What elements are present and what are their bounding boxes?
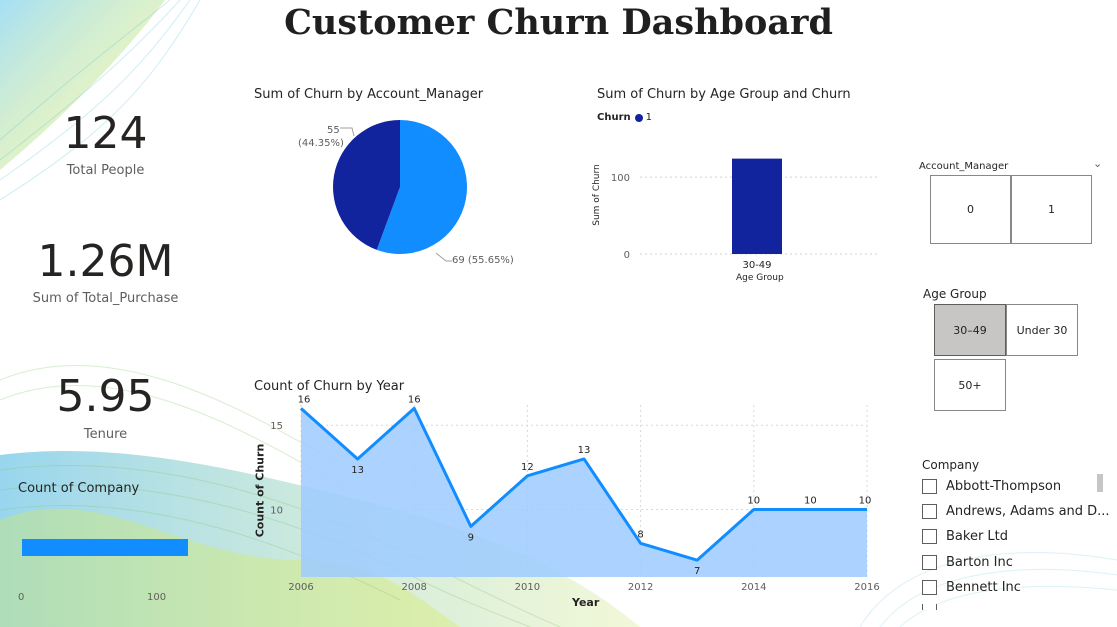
- age-bar-legend: Churn 1: [597, 112, 652, 123]
- company-item-label: Baker Ltd: [946, 529, 1009, 544]
- data-label: 7: [694, 566, 700, 577]
- account-manager-slicer-title: Account_Manager: [919, 161, 1009, 172]
- legend-item: 1: [645, 112, 653, 123]
- company-item[interactable]: Andrews, Adams and D...: [922, 504, 1110, 519]
- company-item-label: Andrews, Adams and D...: [946, 504, 1110, 519]
- x-tick-label: 2010: [515, 582, 540, 593]
- y-tick-label: 0: [624, 250, 630, 261]
- age-group-slicer-title: Age Group: [923, 287, 987, 301]
- count-company-bar[interactable]: [22, 539, 188, 556]
- age-bar-chart: 100 0 30-49: [611, 158, 880, 271]
- pie-label-a-percent: (44.35%): [298, 138, 344, 149]
- x-tick-label: 2008: [401, 582, 426, 593]
- x-tick-label: 30-49: [742, 260, 771, 271]
- y-tick-label: 15: [270, 421, 283, 432]
- line-chart-xlabel: Year: [572, 596, 600, 609]
- pie-label-b: 69 (55.65%): [452, 255, 514, 266]
- pie-label-a-value: 55: [327, 125, 340, 136]
- age-bar-ylabel: Sum of Churn: [591, 164, 602, 226]
- total-purchase-value: 1.26M: [37, 236, 174, 287]
- y-tick-label: 100: [611, 173, 630, 184]
- data-label: 16: [298, 395, 311, 405]
- checkbox-icon[interactable]: [922, 555, 937, 570]
- checkbox-icon[interactable]: [922, 580, 937, 595]
- chevron-down-icon[interactable]: ⌄: [1093, 157, 1102, 170]
- company-item-label: Barton Inc: [946, 555, 1013, 570]
- data-label: 12: [521, 462, 534, 473]
- data-label: 10: [804, 496, 817, 507]
- pie-chart-title: Sum of Churn by Account_Manager: [254, 87, 484, 102]
- total-purchase-label: Sum of Total_Purchase: [32, 291, 179, 306]
- company-item[interactable]: Baker Ltd: [922, 529, 1008, 544]
- age-group-option-30-49[interactable]: 30–49: [934, 304, 1006, 356]
- pie-leader-line-a: [340, 127, 355, 137]
- checkbox-icon[interactable]: [922, 479, 937, 494]
- age-group-option-under-30[interactable]: Under 30: [1006, 304, 1078, 356]
- company-item-label: Abbott-Thompson: [946, 479, 1062, 494]
- page-title: Customer Churn Dashboard: [284, 2, 833, 43]
- total-people-value: 124: [63, 108, 148, 159]
- age-bar-title: Sum of Churn by Age Group and Churn: [597, 87, 851, 102]
- x-tick-label: 2006: [288, 582, 313, 593]
- data-label: 10: [859, 496, 872, 507]
- x-tick-label: 2014: [741, 582, 766, 593]
- company-slicer-title: Company: [922, 458, 980, 472]
- tenure-label: Tenure: [83, 427, 128, 442]
- count-company-axis-max: 100: [147, 592, 167, 603]
- data-label: 13: [351, 465, 364, 476]
- age-group-option-50-plus[interactable]: 50+: [934, 359, 1006, 411]
- data-label: 16: [408, 395, 421, 405]
- line-chart: 16 13 16 9 12 13 8 7 10 10 10 2006 2008 2010 2012 2014 2…: [270, 395, 879, 593]
- count-company-title: Count of Company: [18, 481, 140, 496]
- data-label: 9: [468, 532, 474, 543]
- company-scrollbar[interactable]: [1097, 474, 1103, 492]
- account-manager-option-0[interactable]: 0: [930, 175, 1011, 244]
- data-label: 10: [747, 496, 760, 507]
- legend-dot-icon: [634, 113, 643, 122]
- data-label: 13: [578, 445, 591, 456]
- company-item[interactable]: Bennett Inc: [922, 580, 1021, 595]
- checkbox-icon[interactable]: [922, 604, 937, 610]
- x-tick-label: 2012: [628, 582, 653, 593]
- age-bar-xlabel: Age Group: [736, 273, 784, 283]
- company-item-partial[interactable]: [922, 604, 946, 610]
- bar-30-49[interactable]: [732, 158, 782, 254]
- company-item-label: Bennett Inc: [946, 580, 1021, 595]
- x-tick-label: 2016: [854, 582, 879, 593]
- checkbox-icon[interactable]: [922, 529, 937, 544]
- tenure-value: 5.95: [56, 371, 155, 422]
- legend-title: Churn: [597, 112, 631, 123]
- line-chart-title: Count of Churn by Year: [254, 379, 405, 394]
- line-chart-ylabel: Count of Churn: [253, 443, 267, 538]
- count-company-axis-min: 0: [18, 592, 25, 603]
- pie-leader-line-b: [435, 252, 452, 262]
- checkbox-icon[interactable]: [922, 504, 937, 519]
- company-item[interactable]: Barton Inc: [922, 555, 1013, 570]
- total-people-label: Total People: [66, 163, 145, 178]
- data-label: 8: [637, 529, 643, 540]
- account-manager-option-1[interactable]: 1: [1011, 175, 1092, 244]
- y-tick-label: 10: [270, 506, 283, 517]
- company-item[interactable]: Abbott-Thompson: [922, 479, 1061, 494]
